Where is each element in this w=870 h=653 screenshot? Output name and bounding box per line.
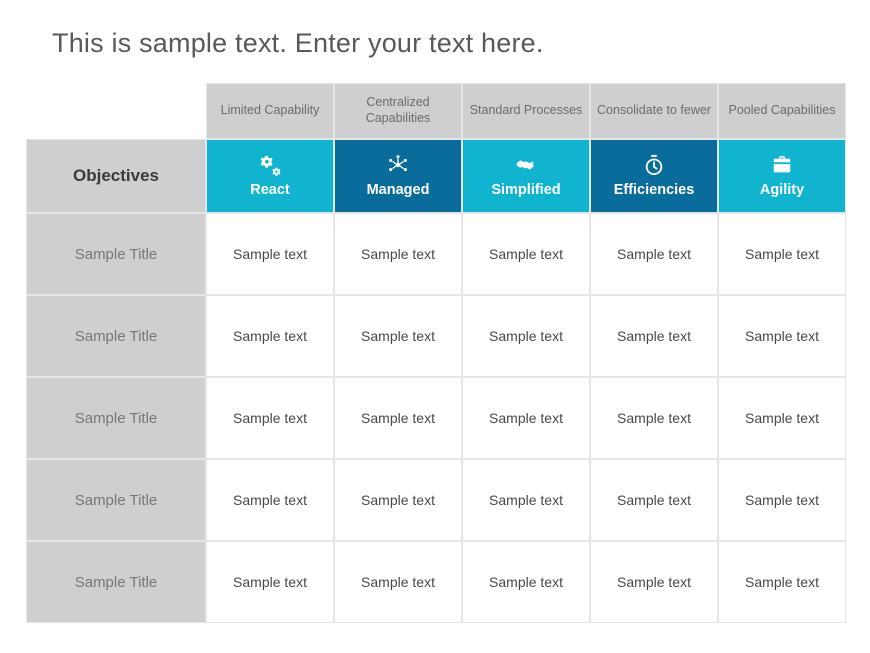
stage-label: Managed	[367, 182, 430, 198]
table-cell: Sample text	[334, 459, 462, 541]
stage-label: Agility	[760, 182, 804, 198]
table-row: Sample Title Sample text Sample text Sam…	[26, 213, 846, 295]
table-cell: Sample text	[462, 377, 590, 459]
table-cell: Sample text	[206, 213, 334, 295]
col-desc-2: Standard Processes	[462, 83, 590, 139]
table-cell: Sample text	[590, 377, 718, 459]
capability-table: Limited Capability Centralized Capabilit…	[26, 83, 846, 623]
header-row-stages: Objectives React Managed Simplified	[26, 139, 846, 213]
table-row: Sample Title Sample text Sample text Sam…	[26, 295, 846, 377]
row-title: Sample Title	[26, 295, 206, 377]
slide: This is sample text. Enter your text her…	[0, 0, 870, 653]
stage-label: Simplified	[491, 182, 560, 198]
header-row-descriptions: Limited Capability Centralized Capabilit…	[26, 83, 846, 139]
table-cell: Sample text	[718, 459, 846, 541]
col-desc-4: Pooled Capabilities	[718, 83, 846, 139]
table-cell: Sample text	[590, 459, 718, 541]
row-title: Sample Title	[26, 541, 206, 623]
table-cell: Sample text	[334, 541, 462, 623]
stage-managed: Managed	[334, 139, 462, 213]
table-cell: Sample text	[334, 377, 462, 459]
row-title: Sample Title	[26, 213, 206, 295]
stopwatch-icon	[643, 154, 665, 176]
table-cell: Sample text	[206, 459, 334, 541]
table-cell: Sample text	[590, 541, 718, 623]
stage-efficiencies: Efficiencies	[590, 139, 718, 213]
header-spacer	[26, 83, 206, 139]
stage-label: React	[250, 182, 290, 198]
briefcase-icon	[771, 154, 793, 176]
col-desc-1: Centralized Capabilities	[334, 83, 462, 139]
table-cell: Sample text	[334, 295, 462, 377]
row-title: Sample Title	[26, 377, 206, 459]
table-cell: Sample text	[462, 541, 590, 623]
table-cell: Sample text	[718, 377, 846, 459]
table-cell: Sample text	[206, 295, 334, 377]
table-cell: Sample text	[590, 213, 718, 295]
table-row: Sample Title Sample text Sample text Sam…	[26, 377, 846, 459]
slide-title: This is sample text. Enter your text her…	[52, 28, 846, 59]
table-cell: Sample text	[590, 295, 718, 377]
stage-react: React	[206, 139, 334, 213]
table-cell: Sample text	[334, 213, 462, 295]
table-cell: Sample text	[462, 295, 590, 377]
table-row: Sample Title Sample text Sample text Sam…	[26, 459, 846, 541]
table-cell: Sample text	[462, 213, 590, 295]
stage-label: Efficiencies	[614, 182, 695, 198]
objectives-header: Objectives	[26, 139, 206, 213]
stage-agility: Agility	[718, 139, 846, 213]
table-cell: Sample text	[206, 377, 334, 459]
table-cell: Sample text	[462, 459, 590, 541]
table-row: Sample Title Sample text Sample text Sam…	[26, 541, 846, 623]
row-title: Sample Title	[26, 459, 206, 541]
col-desc-3: Consolidate to fewer	[590, 83, 718, 139]
table-cell: Sample text	[206, 541, 334, 623]
table-cell: Sample text	[718, 541, 846, 623]
stage-simplified: Simplified	[462, 139, 590, 213]
table-cell: Sample text	[718, 295, 846, 377]
handshake-icon	[515, 154, 537, 176]
table-cell: Sample text	[718, 213, 846, 295]
gears-icon	[259, 154, 281, 176]
col-desc-0: Limited Capability	[206, 83, 334, 139]
network-icon	[387, 154, 409, 176]
